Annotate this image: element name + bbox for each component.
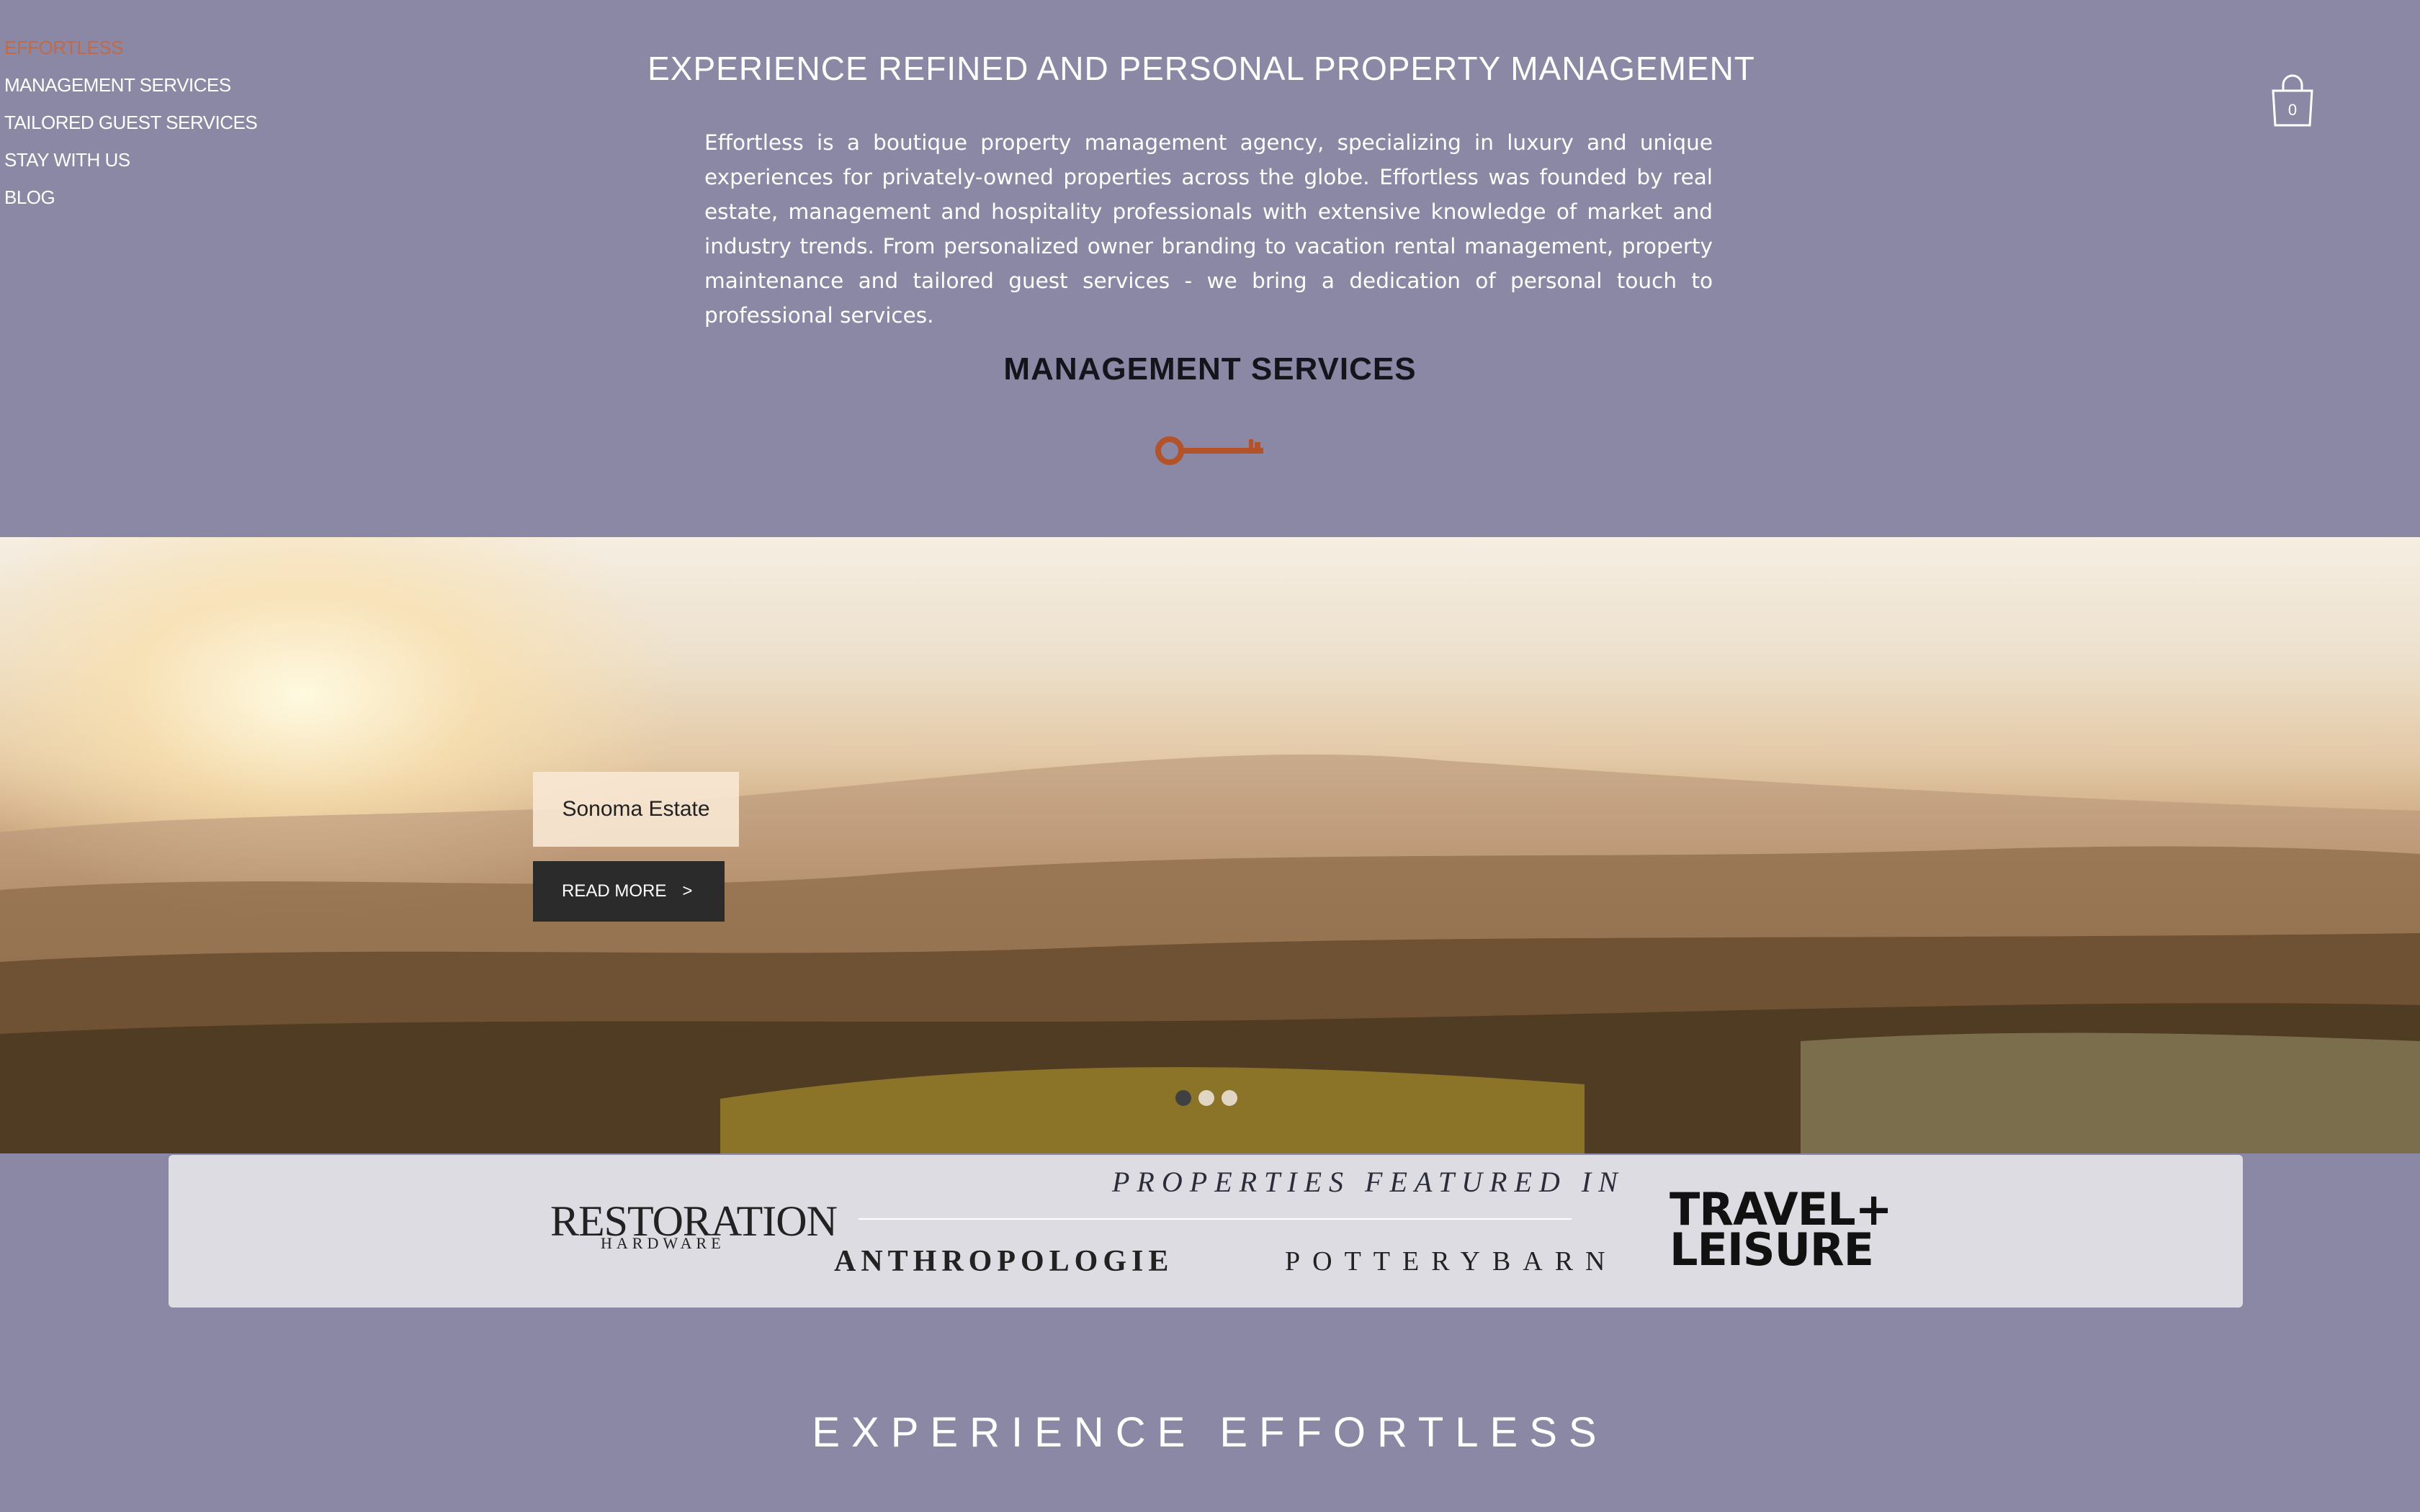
- slide-dot-2[interactable]: [1198, 1090, 1214, 1106]
- featured-title: Properties Featured In: [1112, 1166, 1625, 1198]
- slide-dot-1[interactable]: [1175, 1090, 1191, 1106]
- cart-button[interactable]: 0: [2270, 72, 2315, 130]
- chevron-right-icon: >: [682, 881, 693, 901]
- footer-title: Experience Effortless: [812, 1409, 1608, 1456]
- nav-item-tailored-guest-services[interactable]: Tailored Guest Services: [4, 104, 258, 141]
- read-more-label: READ MORE: [562, 881, 667, 901]
- pottery-barn-logo: POTTERYBARN: [1285, 1246, 1618, 1277]
- nav-item-blog[interactable]: Blog: [4, 179, 257, 216]
- anthropologie-logo: ANTHROPOLOGIE: [834, 1245, 1174, 1278]
- slide-dot-3[interactable]: [1222, 1090, 1237, 1106]
- hero-slideshow[interactable]: Sonoma Estate READ MORE >: [0, 537, 2420, 1153]
- cart-count: 0: [2288, 101, 2297, 119]
- shopping-bag-icon: 0: [2272, 74, 2313, 127]
- vineyard-landscape-image: [0, 754, 2420, 1153]
- key-icon: [1155, 436, 1263, 465]
- nav-item-stay-with-us[interactable]: Stay With Us: [4, 141, 257, 179]
- property-label: Sonoma Estate: [533, 772, 739, 847]
- page-headline: Experience Refined and Personal Property…: [647, 50, 1755, 87]
- read-more-button[interactable]: READ MORE >: [533, 861, 725, 922]
- featured-divider: [859, 1218, 1572, 1220]
- section-title: Management Services: [1003, 351, 1417, 387]
- travel-leisure-logo: TRAVEL+ LEISURE: [1670, 1183, 1893, 1276]
- restoration-hardware-logo: RESTORATION HARDWARE: [550, 1197, 838, 1252]
- intro-paragraph: Effortless is a boutique property manage…: [704, 130, 1713, 328]
- slide-indicators: [1175, 1090, 1237, 1106]
- featured-in-banner: Properties Featured In RESTORATION HARDW…: [169, 1155, 2243, 1308]
